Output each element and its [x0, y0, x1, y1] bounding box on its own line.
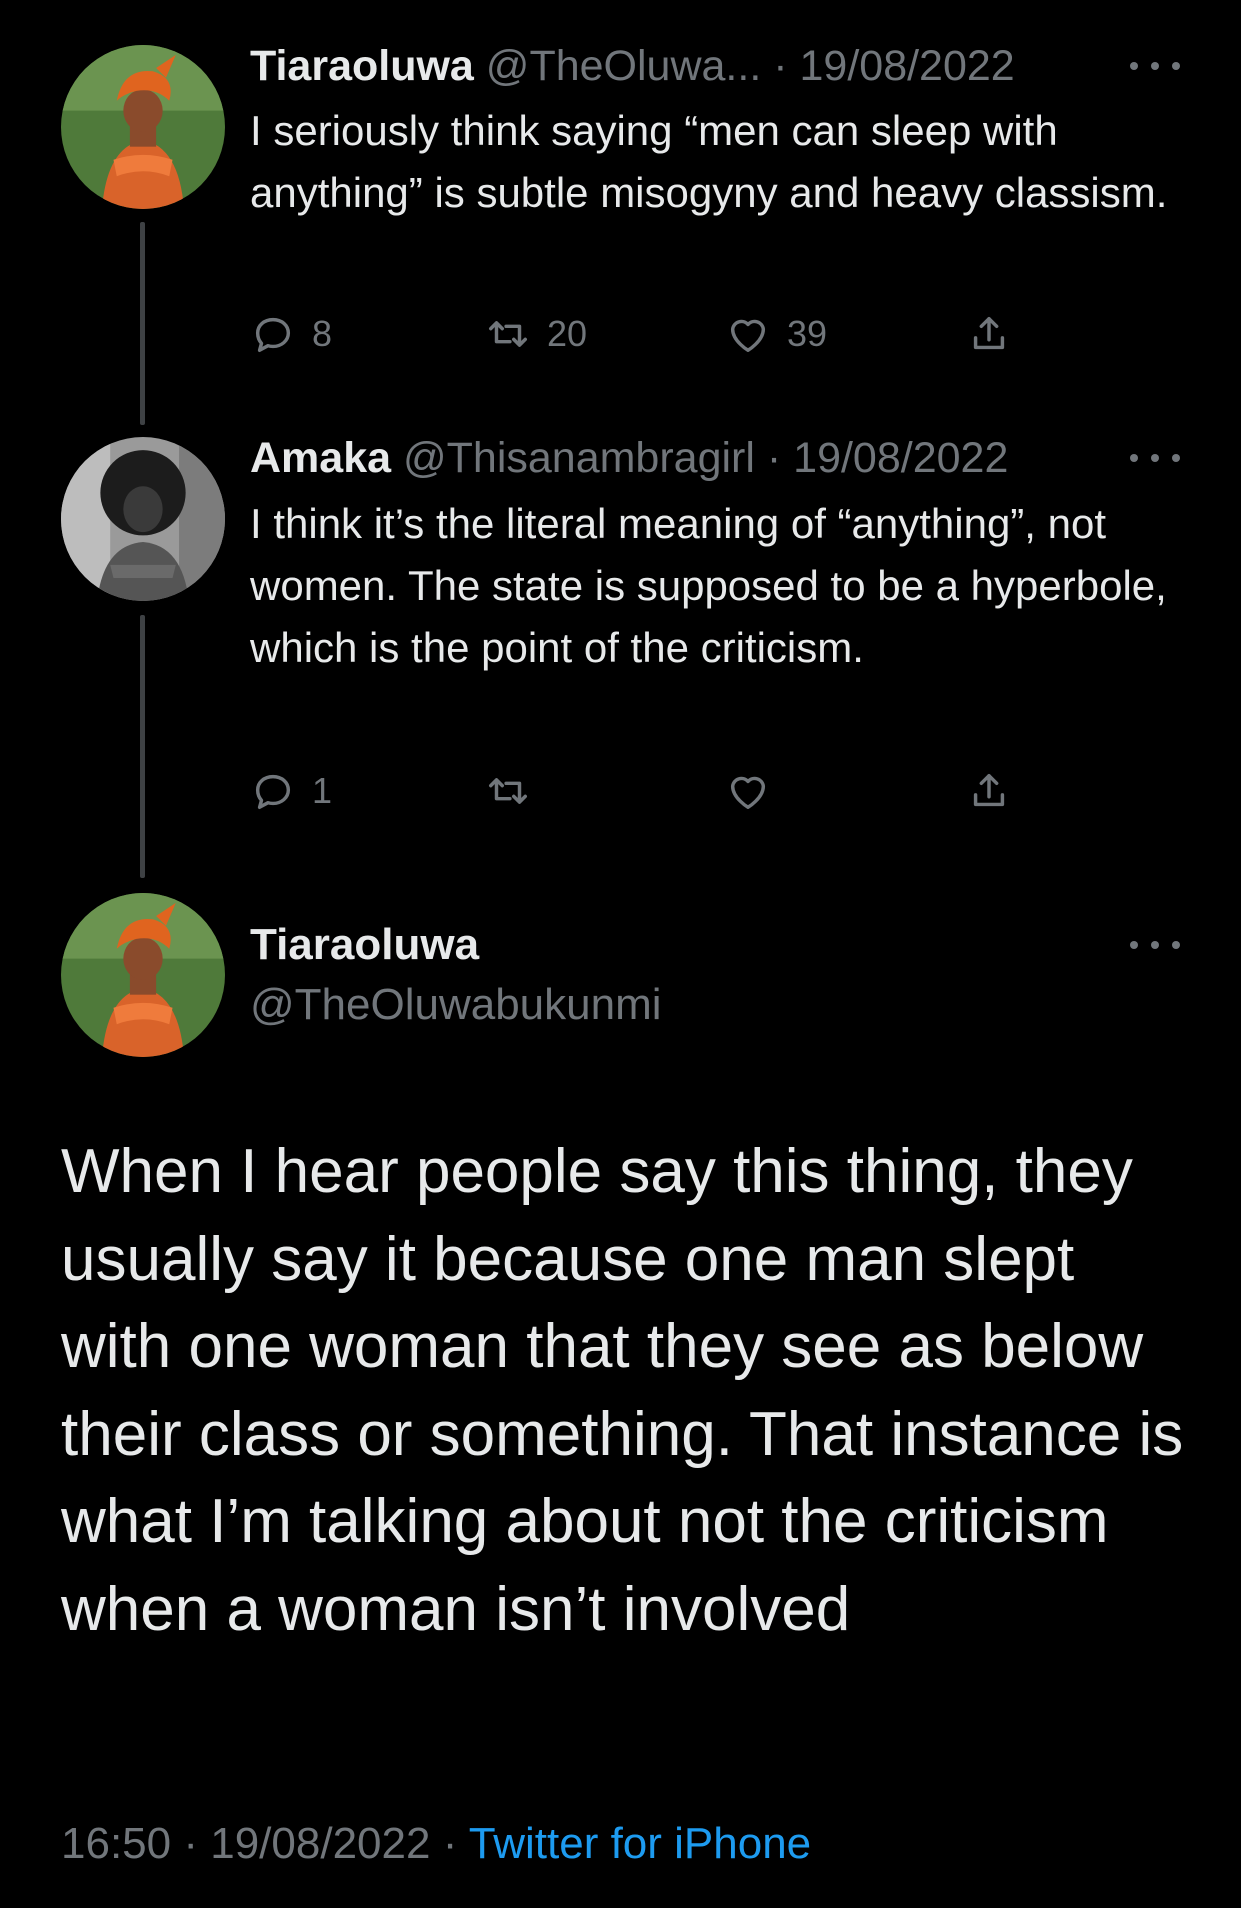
- reply-icon: [255, 317, 291, 353]
- share-icon: [973, 316, 1005, 350]
- thread-line-2: [140, 615, 145, 878]
- thread-line-1: [140, 222, 145, 425]
- tweet-text: When I hear people say this thing, they …: [61, 1137, 1184, 1644]
- reply-count: 8: [312, 313, 333, 354]
- avatar-photo-icon: [61, 893, 225, 1057]
- reply-button[interactable]: 8: [250, 309, 332, 359]
- tweet-header: Tiaraoluwa @TheOluwa... · 19/08/2022: [250, 39, 1015, 93]
- reply-count: 1: [312, 770, 333, 811]
- like-button[interactable]: 39: [725, 309, 827, 359]
- tweet-actions: 1: [250, 766, 1030, 816]
- tweet-date[interactable]: 19/08/2022: [793, 434, 1008, 482]
- more-icon[interactable]: [1130, 448, 1180, 468]
- tweet-header: Amaka @Thisanambragirl · 19/08/2022: [250, 431, 1008, 485]
- avatar-photo-icon: [61, 437, 225, 601]
- retweet-button[interactable]: 20: [485, 309, 587, 359]
- separator-dot: ·: [183, 1819, 198, 1868]
- tweet-text: I seriously think saying “men can sleep …: [250, 107, 1168, 216]
- user-handle[interactable]: @Thisanambragirl: [403, 434, 755, 482]
- like-count: 39: [787, 313, 828, 354]
- retweet-icon: [489, 321, 527, 347]
- retweet-button[interactable]: [485, 766, 531, 816]
- separator-dot: ·: [773, 42, 788, 90]
- like-button[interactable]: [725, 766, 771, 816]
- user-handle[interactable]: @TheOluwa...: [486, 42, 761, 90]
- reply-icon: [255, 774, 291, 810]
- reply-button[interactable]: 1: [250, 766, 332, 816]
- separator-dot: ·: [442, 1819, 458, 1868]
- retweet-icon: [489, 778, 527, 804]
- tweet-source-link[interactable]: Twitter for iPhone: [469, 1819, 811, 1868]
- tweet-meta: 16:50 · 19/08/2022 · Twitter for iPhone: [61, 1816, 811, 1872]
- share-button[interactable]: [966, 766, 1012, 816]
- display-name[interactable]: Tiaraoluwa: [250, 42, 474, 90]
- tweet-date: 19/08/2022: [210, 1819, 431, 1868]
- more-icon[interactable]: [1130, 935, 1180, 955]
- more-icon[interactable]: [1130, 56, 1180, 76]
- avatar[interactable]: [61, 45, 225, 209]
- display-name[interactable]: Tiaraoluwa: [250, 918, 479, 972]
- like-icon: [730, 776, 766, 810]
- tweet-date[interactable]: 19/08/2022: [800, 42, 1015, 90]
- separator-dot: ·: [766, 434, 782, 482]
- display-name[interactable]: Amaka: [250, 434, 391, 482]
- share-button[interactable]: [966, 309, 1012, 359]
- tweet-text: I think it’s the literal meaning of “any…: [250, 500, 1167, 671]
- tweet-time: 16:50: [61, 1819, 172, 1868]
- avatar[interactable]: [61, 893, 225, 1057]
- share-icon: [973, 773, 1005, 807]
- user-handle[interactable]: @TheOluwabukunmi: [250, 978, 662, 1032]
- like-icon: [730, 319, 766, 353]
- avatar[interactable]: [61, 437, 225, 601]
- tweet-actions: 8 20 39: [250, 309, 1030, 359]
- avatar-photo-icon: [61, 45, 225, 209]
- retweet-count: 20: [547, 313, 588, 354]
